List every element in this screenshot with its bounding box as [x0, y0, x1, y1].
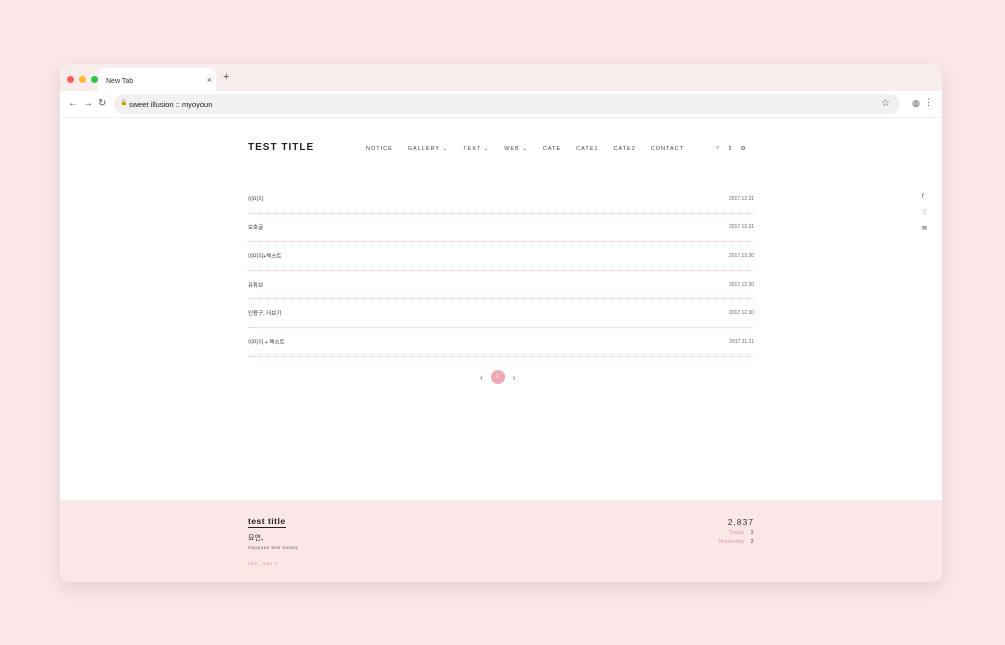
- settings-icon[interactable]: ⚙: [740, 145, 745, 152]
- post-date: 2017.12.31: [728, 195, 754, 202]
- visitor-yesterday: Yesterday 2: [718, 539, 754, 545]
- url-text: sweet illusion :: myoyoun: [129, 100, 213, 109]
- lock-icon: 🔒: [120, 100, 128, 106]
- extension-icon[interactable]: ◍: [912, 98, 920, 109]
- post-title: 인용구, 더보기: [248, 311, 282, 318]
- list-item[interactable]: 이미지+텍스트 2017.12.30: [248, 242, 754, 271]
- browser-window: New Tab × + ← → ↻ 🔒 sweet illusion :: my…: [60, 64, 942, 582]
- footer-author: 묘연、: [248, 535, 268, 542]
- pagination: ‹ 1 ›: [480, 370, 515, 384]
- skin-credit-link[interactable]: skin_ myo ↗: [248, 561, 279, 567]
- post-date: 2017.12.30: [728, 281, 754, 288]
- today-count: 2: [750, 530, 754, 536]
- address-bar: ← → ↻ 🔒 sweet illusion :: myoyoun ☆ ◍ ⋮: [60, 91, 942, 118]
- heart-icon[interactable]: ♡: [922, 209, 927, 216]
- window-controls: [67, 76, 98, 83]
- page-number-current[interactable]: 1: [490, 370, 505, 384]
- yesterday-count: 2: [750, 539, 754, 545]
- search-icon[interactable]: ⌕: [716, 145, 719, 152]
- next-page-icon[interactable]: ›: [513, 373, 516, 382]
- maximize-window-button[interactable]: [91, 76, 98, 83]
- list-item[interactable]: 인용구, 더보기 2017.12.30: [248, 299, 754, 328]
- post-date: 2017.12.31: [728, 224, 754, 231]
- tab-close-icon[interactable]: ×: [207, 75, 212, 85]
- url-input[interactable]: 🔒 sweet illusion :: myoyoun ☆: [114, 94, 900, 114]
- reload-icon[interactable]: ↻: [98, 98, 106, 109]
- post-title: 보호글: [248, 225, 264, 232]
- menu-item-web[interactable]: WEB ⌄: [504, 146, 528, 152]
- forward-icon[interactable]: →: [83, 98, 93, 109]
- list-item[interactable]: 유튜브 2017.12.30: [248, 271, 754, 300]
- page-content: TEST TITLE NOTICE GALLERY ⌄ TEXT ⌄ WEB ⌄…: [60, 118, 942, 582]
- footer: test title 묘연、 myoyoun test tistory skin…: [60, 500, 942, 582]
- visitor-today: Today 2: [729, 530, 754, 536]
- visitor-total: 2,837: [727, 517, 754, 527]
- today-label: Today: [728, 530, 745, 536]
- facebook-icon[interactable]: f: [922, 194, 927, 200]
- tab-new-tab[interactable]: New Tab ×: [98, 68, 216, 91]
- sort-icon[interactable]: ⇕: [727, 145, 732, 152]
- yesterday-label: Yesterday: [718, 539, 745, 545]
- tab-title: New Tab: [106, 78, 134, 85]
- minimize-window-button[interactable]: [79, 76, 86, 83]
- bookmark-star-icon[interactable]: ☆: [881, 98, 890, 109]
- list-item[interactable]: 보호글 2017.12.31: [248, 214, 754, 243]
- share-icons: f ♡ ✉: [922, 194, 927, 232]
- footer-description: myoyoun test tistory: [248, 545, 299, 550]
- post-title: 이미지 + 텍스트: [248, 339, 285, 346]
- browser-menu-icon[interactable]: ⋮: [924, 97, 933, 108]
- menu-item-cate1[interactable]: CATE1: [576, 146, 598, 152]
- prev-page-icon[interactable]: ‹: [480, 373, 483, 382]
- tab-bar: New Tab × +: [60, 64, 942, 91]
- post-title: 유튜브: [248, 282, 264, 289]
- menu-item-gallery[interactable]: GALLERY ⌄: [408, 146, 448, 152]
- list-item[interactable]: 이미지 + 텍스트 2017.11.21: [248, 328, 754, 357]
- main-menu: NOTICE GALLERY ⌄ TEXT ⌄ WEB ⌄ CATE CATE1…: [366, 146, 684, 152]
- new-tab-button[interactable]: +: [223, 71, 229, 83]
- post-title: 이미지+텍스트: [248, 253, 282, 260]
- back-icon[interactable]: ←: [68, 98, 78, 109]
- post-list: 이미지 2017.12.31 보호글 2017.12.31 이미지+텍스트 20…: [248, 185, 754, 357]
- post-date: 2017.12.30: [728, 310, 754, 317]
- close-window-button[interactable]: [67, 76, 74, 83]
- menu-item-cate[interactable]: CATE: [543, 146, 561, 152]
- mail-icon[interactable]: ✉: [922, 225, 927, 232]
- footer-title[interactable]: test title: [248, 516, 286, 528]
- menu-item-notice[interactable]: NOTICE: [366, 146, 393, 152]
- post-date: 2017.12.30: [728, 252, 754, 259]
- site-title[interactable]: TEST TITLE: [248, 142, 314, 153]
- menu-item-cate2[interactable]: CATE2: [613, 146, 635, 152]
- menu-item-text[interactable]: TEXT ⌄: [463, 146, 489, 152]
- post-date: 2017.11.21: [729, 338, 754, 345]
- menu-item-contact[interactable]: CONTACT: [651, 146, 684, 152]
- post-title: 이미지: [248, 196, 264, 203]
- list-item[interactable]: 이미지 2017.12.31: [248, 185, 754, 214]
- header-icons: ⌕ ⇕ ⚙: [716, 145, 746, 152]
